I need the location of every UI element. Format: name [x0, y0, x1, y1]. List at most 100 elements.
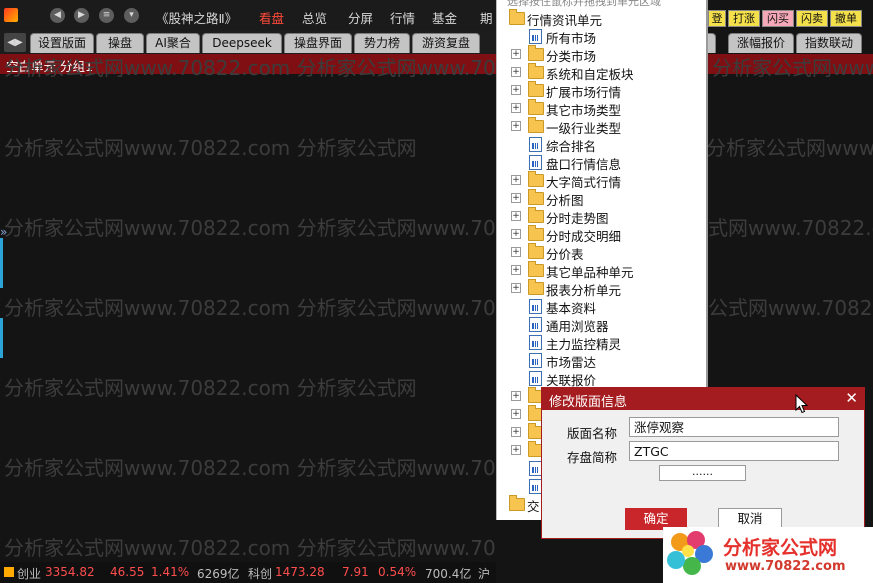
side-expand-icon[interactable]: »: [0, 225, 7, 239]
tab-settings-layout[interactable]: 设置版面: [30, 33, 94, 53]
expand-icon[interactable]: +: [511, 67, 521, 77]
unit-doc-icon: [529, 29, 542, 44]
tab-youzi-fupan[interactable]: 游资复盘: [412, 33, 480, 53]
tree-item[interactable]: 盘口行情信息: [497, 153, 707, 172]
tab-ai-aggregate[interactable]: AI聚合: [146, 33, 200, 53]
unit-doc-icon: [529, 335, 542, 350]
tab-deepseek[interactable]: Deepseek: [202, 33, 282, 53]
expand-icon[interactable]: +: [511, 265, 521, 275]
index-pct: 0.54%: [378, 565, 417, 579]
login-button[interactable]: 登: [708, 10, 726, 27]
expand-icon[interactable]: +: [511, 229, 521, 239]
main-app-window: ◀ ▶ ≡ ▾ 《股神之路Ⅱ》 看盘 总览 分屏 行情 基金 期 ◀▶ 设置版面…: [0, 0, 496, 583]
side-marker: [0, 318, 3, 358]
tree-item[interactable]: 主力监控精灵: [497, 333, 707, 352]
folder-icon: [528, 261, 544, 277]
index-value: 3354.82: [45, 565, 95, 579]
tree-item[interactable]: 综合排名: [497, 135, 707, 154]
back-circle-icon[interactable]: ◀: [50, 8, 65, 23]
close-icon[interactable]: ✕: [845, 390, 858, 407]
expand-icon[interactable]: +: [511, 85, 521, 95]
tab-partial[interactable]: [708, 33, 716, 53]
expand-icon[interactable]: +: [511, 445, 521, 455]
index-label: 科创: [248, 567, 273, 581]
tree-item[interactable]: + 一级行业类型: [497, 117, 707, 136]
tree-item[interactable]: + 大字简式行情: [497, 171, 707, 190]
tree-item[interactable]: 市场雷达: [497, 351, 707, 370]
expand-icon[interactable]: +: [511, 247, 521, 257]
menu-qi[interactable]: 期: [480, 8, 493, 27]
save-short-name-input[interactable]: ZTGC: [629, 441, 839, 461]
index-pct: 1.41%: [151, 565, 190, 579]
menu-jijin[interactable]: 基金: [432, 8, 457, 27]
tree-item[interactable]: + 分时走势图: [497, 207, 707, 226]
mouse-cursor-icon: [795, 394, 809, 414]
tree-item[interactable]: + 分析图: [497, 189, 707, 208]
browse-button[interactable]: ......: [659, 465, 746, 481]
menu-fenping[interactable]: 分屏: [348, 8, 373, 27]
tree-item[interactable]: + 分时成交明细: [497, 225, 707, 244]
menu-circle-icon[interactable]: ≡: [99, 8, 114, 23]
layout-tab-bar: ◀▶ 设置版面 操盘 AI聚合 Deepseek 操盘界面 势力榜 游资复盘: [0, 31, 496, 54]
tab-index-link[interactable]: 指数联动: [796, 33, 862, 53]
layout-name-input[interactable]: 涨停观察: [629, 417, 839, 437]
dialog-title-bar[interactable]: 修改版面信息 ✕: [542, 388, 864, 410]
watermark-line: 分析家公式网www.70822.com 分析家公式网www.70822.com: [708, 216, 873, 240]
folder-icon: [528, 189, 544, 205]
tree-item[interactable]: + 分类市场: [497, 45, 707, 64]
tab-caopan-ui[interactable]: 操盘界面: [284, 33, 352, 53]
tree-item[interactable]: + 其它市场类型: [497, 99, 707, 118]
index-value: 1473.28: [275, 565, 325, 579]
expand-icon[interactable]: +: [511, 103, 521, 113]
dialog-title: 修改版面信息: [549, 395, 628, 410]
brand-url: www.70822.com: [725, 559, 846, 574]
expand-icon[interactable]: +: [511, 409, 521, 419]
unit-doc-icon: [529, 155, 542, 170]
tab-gain-quote[interactable]: 涨幅报价: [728, 33, 794, 53]
dazhang-button[interactable]: 打涨: [728, 10, 760, 27]
tree-item[interactable]: 通用浏览器: [497, 315, 707, 334]
expand-icon[interactable]: +: [511, 391, 521, 401]
tree-item[interactable]: 关联报价: [497, 369, 707, 388]
folder-icon: [528, 243, 544, 259]
tree-item[interactable]: 所有市场: [497, 27, 707, 46]
expand-icon[interactable]: +: [511, 211, 521, 221]
tree-item[interactable]: + 其它单品种单元: [497, 261, 707, 280]
watermark-line: 分析家公式网www.70822.com 分析家公式网: [4, 136, 417, 160]
dropdown-circle-icon[interactable]: ▾: [124, 8, 139, 23]
tree-item[interactable]: + 系统和自定板块: [497, 63, 707, 82]
tree-root-label: 交: [527, 499, 540, 514]
tree-root-item[interactable]: 行情资讯单元: [497, 9, 707, 28]
menu-kanpan[interactable]: 看盘: [259, 8, 284, 27]
expand-icon[interactable]: +: [511, 193, 521, 203]
index-volume: 6269亿: [197, 567, 240, 581]
forward-circle-icon[interactable]: ▶: [74, 8, 89, 23]
flash-buy-button[interactable]: 闪买: [762, 10, 794, 27]
tree-item[interactable]: + 分价表: [497, 243, 707, 262]
folder-icon: [528, 279, 544, 295]
index-volume: 700.4亿: [425, 567, 472, 581]
menu-zonglan[interactable]: 总览: [302, 8, 327, 27]
tree-item[interactable]: + 报表分析单元: [497, 279, 707, 298]
tree-item[interactable]: + 扩展市场行情: [497, 81, 707, 100]
logo-petal: [683, 557, 701, 575]
folder-icon: [528, 99, 544, 115]
expand-icon[interactable]: +: [511, 283, 521, 293]
save-short-name-label: 存盘简称: [567, 450, 618, 465]
menu-hangqing[interactable]: 行情: [390, 8, 415, 27]
tab-caopan[interactable]: 操盘: [96, 33, 144, 53]
expand-icon[interactable]: +: [511, 175, 521, 185]
unit-doc-icon: [529, 137, 542, 152]
tab-shililbang[interactable]: 势力榜: [354, 33, 410, 53]
watermark-line: 分析家公式网www.70822.com 分析家公式网www.70822.com: [708, 296, 873, 320]
flash-sell-button[interactable]: 闪卖: [796, 10, 828, 27]
unit-doc-icon: [529, 299, 542, 314]
tree-item[interactable]: 基本资料: [497, 297, 707, 316]
app-title: 《股神之路Ⅱ》: [156, 11, 238, 26]
expand-icon[interactable]: +: [511, 49, 521, 59]
app-logo-icon: [4, 8, 18, 22]
cancel-order-button[interactable]: 撤单: [830, 10, 862, 27]
expand-icon[interactable]: +: [511, 427, 521, 437]
tab-scroll-arrows-icon[interactable]: ◀▶: [4, 33, 26, 52]
expand-icon[interactable]: +: [511, 121, 521, 131]
